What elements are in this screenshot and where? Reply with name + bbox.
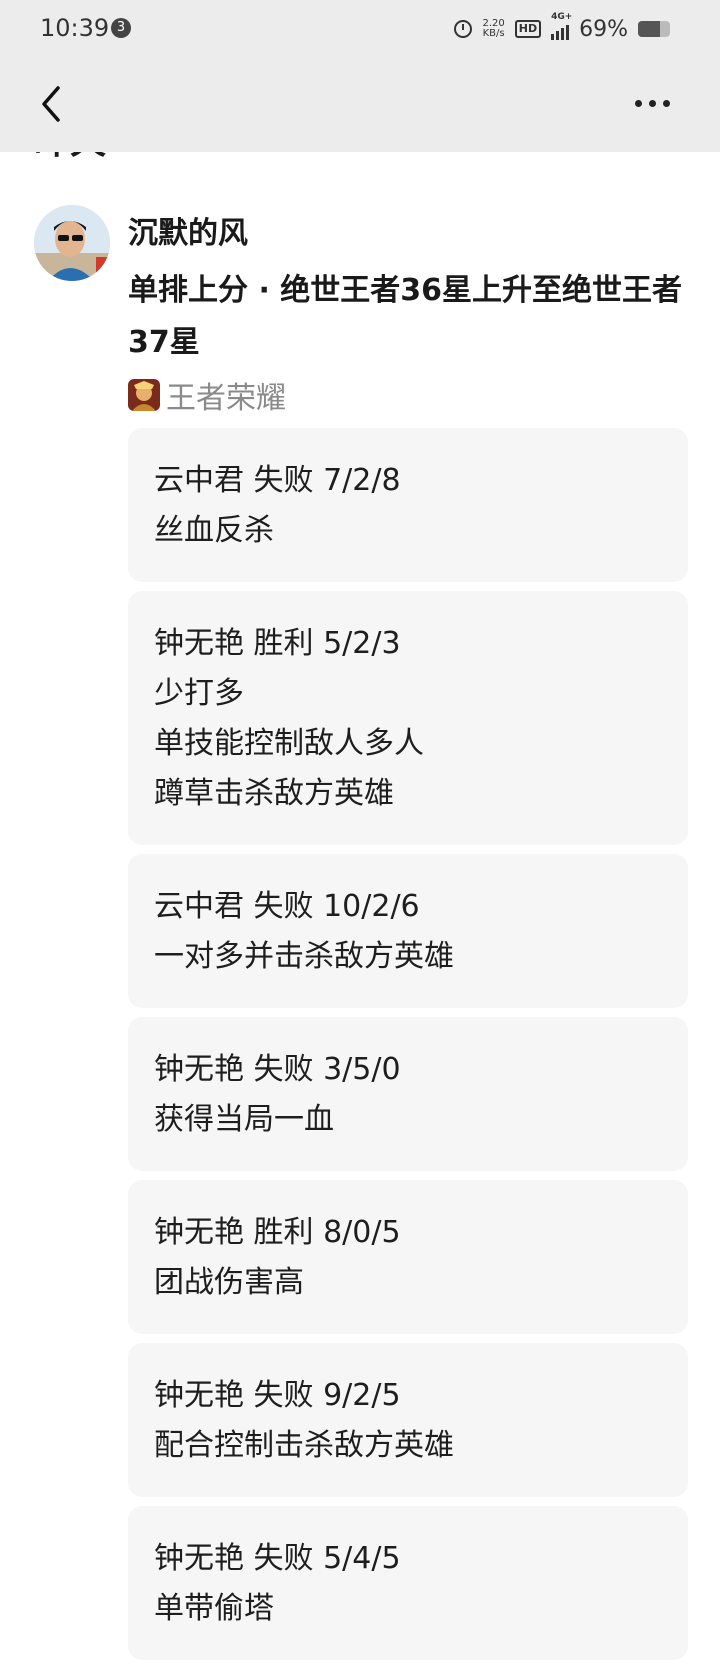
game-app-icon xyxy=(128,379,160,411)
match-result: 钟无艳 失败 3/5/0 xyxy=(154,1052,401,1087)
match-highlight: 少打多 xyxy=(154,676,244,711)
network-type-label: 4G+ xyxy=(551,12,573,22)
signal-icon: 4G+ xyxy=(551,12,572,40)
match-highlight: 一对多并击杀敌方英雄 xyxy=(154,939,454,974)
match-card[interactable]: 云中君 失败 10/2/6 一对多并击杀敌方英雄 xyxy=(128,854,688,1008)
status-time: 10:39 xyxy=(40,14,110,42)
match-result: 云中君 失败 10/2/6 xyxy=(154,889,420,924)
match-result: 钟无艳 失败 9/2/5 xyxy=(154,1378,401,1413)
match-highlight: 蹲草击杀敌方英雄 xyxy=(154,776,394,811)
match-highlight: 丝血反杀 xyxy=(154,513,274,548)
match-card[interactable]: 钟无艳 失败 5/4/5 单带偷塔 xyxy=(128,1506,688,1660)
avatar[interactable] xyxy=(34,205,110,281)
chevron-left-icon[interactable] xyxy=(34,84,74,124)
network-speed: 2.20 KB/s xyxy=(482,19,504,39)
match-highlight: 配合控制击杀敌方英雄 xyxy=(154,1428,454,1463)
match-card[interactable]: 钟无艳 失败 3/5/0 获得当局一血 xyxy=(128,1017,688,1171)
network-speed-unit: KB/s xyxy=(482,28,505,39)
match-card[interactable]: 钟无艳 胜利 5/2/3 少打多单技能控制敌人多人 蹲草击杀敌方英雄 xyxy=(128,591,688,845)
battery-level-fill xyxy=(638,21,661,37)
match-card[interactable]: 钟无艳 胜利 8/0/5 团战伤害高 xyxy=(128,1180,688,1334)
username[interactable]: 沉默的风 xyxy=(128,208,248,252)
match-result: 云中君 失败 7/2/8 xyxy=(154,463,401,498)
notification-count-badge: 3 xyxy=(111,18,131,38)
match-highlight: 获得当局一血 xyxy=(154,1102,334,1137)
battery-icon xyxy=(638,21,670,37)
match-highlight: 单技能控制敌人多人 xyxy=(154,726,424,761)
match-result: 钟无艳 胜利 5/2/3 xyxy=(154,626,401,661)
match-result: 钟无艳 失败 5/4/5 xyxy=(154,1541,401,1576)
game-name: 王者荣耀 xyxy=(166,381,286,416)
match-list: 云中君 失败 7/2/8 丝血反杀钟无艳 胜利 5/2/3 少打多单技能控制敌人多人… xyxy=(128,428,688,1669)
status-indicators: 2.20 KB/s HD 4G+ 69% xyxy=(454,12,670,44)
battery-percent: 69% xyxy=(579,16,628,42)
match-card[interactable]: 钟无艳 失败 9/2/5 配合控制击杀敌方英雄 xyxy=(128,1343,688,1497)
match-highlight: 单带偷塔 xyxy=(154,1591,274,1626)
match-card[interactable]: 云中君 失败 7/2/8 丝血反杀 xyxy=(128,428,688,582)
game-tag[interactable]: 王者荣耀 xyxy=(128,378,286,416)
post-title: 单排上分 · 绝世王者36星上升至绝世王者37星 xyxy=(128,273,683,360)
hd-voice-icon: HD xyxy=(514,20,542,38)
top-navigation-bar xyxy=(0,58,720,152)
match-result: 钟无艳 胜利 8/0/5 xyxy=(154,1215,401,1250)
more-horizontal-icon[interactable] xyxy=(635,100,670,107)
status-bar: 10:39 3 2.20 KB/s HD 4G+ 69% xyxy=(0,0,720,58)
match-highlight: 团战伤害高 xyxy=(154,1265,304,1300)
alarm-icon xyxy=(454,20,473,38)
